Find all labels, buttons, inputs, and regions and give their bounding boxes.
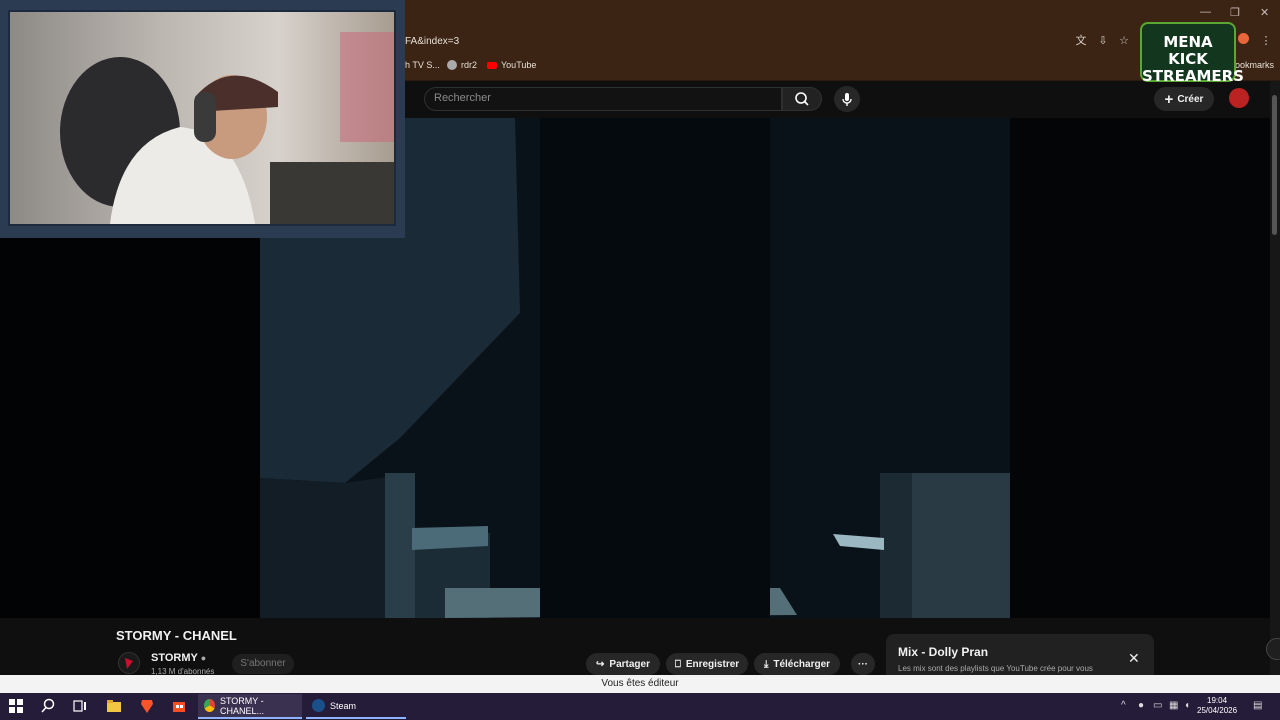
taskbar xyxy=(0,693,1280,720)
brave-browser-icon[interactable] xyxy=(139,698,155,714)
webcam-overlay xyxy=(0,0,405,238)
plus-icon: + xyxy=(1164,90,1174,108)
bookmark-item[interactable]: rdr2 xyxy=(447,60,477,70)
url-text[interactable]: FA&index=3 xyxy=(405,36,459,47)
translate-icon[interactable]: 文 xyxy=(1073,33,1089,49)
clock-time: 19:04 xyxy=(1207,696,1228,705)
search-icon xyxy=(795,92,809,106)
download-button[interactable]: ⤓ Télécharger xyxy=(754,653,840,675)
clock-date: 25/04/2026 xyxy=(1197,706,1238,715)
chrome-icon xyxy=(204,699,215,712)
notification-icon[interactable]: ▤ xyxy=(1253,700,1262,711)
more-icon: ··· xyxy=(858,658,868,670)
brave-shield-icon[interactable] xyxy=(1235,33,1251,49)
account-avatar[interactable] xyxy=(1229,88,1249,108)
taskbar-app-steam[interactable]: Steam xyxy=(306,694,406,719)
webcam-feed xyxy=(8,10,396,226)
share-button[interactable]: ↪ Partager xyxy=(586,653,660,675)
mena-kick-streamers-logo: MENA KICK STREAMERS xyxy=(1140,22,1244,85)
chevron-up-icon[interactable]: ^ xyxy=(1121,700,1126,711)
browser-menu-icon[interactable]: ⋮ xyxy=(1258,33,1274,49)
search-placeholder: Rechercher xyxy=(434,92,491,104)
subscribe-button[interactable]: S'abonner xyxy=(232,654,294,674)
search-button[interactable] xyxy=(782,87,822,111)
bookmark-item[interactable]: h TV S... xyxy=(405,60,440,70)
more-actions-button[interactable]: ··· xyxy=(851,653,875,675)
mix-subtitle: Les mix sont des playlists que YouTube c… xyxy=(898,664,1093,673)
search-icon[interactable] xyxy=(40,698,56,714)
bookmark-icon: ⎕ xyxy=(674,658,681,670)
scrollbar-thumb[interactable] xyxy=(1272,95,1277,235)
create-label: Créer xyxy=(1177,93,1204,105)
verified-icon: ● xyxy=(200,653,207,663)
youtube-icon xyxy=(487,61,497,69)
taskbar-app-chrome[interactable]: STORMY - CHANEL... xyxy=(198,694,302,719)
microphone-icon[interactable]: ● xyxy=(1138,700,1144,711)
bookmark-label: h TV S... xyxy=(405,60,440,70)
display-icon[interactable]: ▭ xyxy=(1153,700,1162,711)
file-explorer-icon[interactable] xyxy=(106,698,122,714)
microsoft-store-icon[interactable] xyxy=(171,698,187,714)
streamer-silhouette xyxy=(60,32,394,224)
globe-icon xyxy=(447,60,457,70)
minimize-icon[interactable]: — xyxy=(1200,6,1211,18)
mix-title: Mix - Dolly Pran xyxy=(898,645,989,659)
video-title: STORMY - CHANEL xyxy=(116,628,237,643)
windows-start-icon[interactable] xyxy=(8,698,24,714)
restore-icon[interactable]: ❐ xyxy=(1230,6,1240,19)
share-icon: ↪ xyxy=(596,658,605,670)
system-clock[interactable]: 19:04 25/04/2026 xyxy=(1197,696,1237,716)
network-icon[interactable]: ▦ xyxy=(1169,700,1178,711)
bookmark-label: rdr2 xyxy=(461,60,478,70)
channel-logo-icon xyxy=(125,658,133,669)
editor-notice: Vous êtes éditeur xyxy=(0,675,1280,693)
bookmark-item[interactable]: YouTube xyxy=(487,60,536,70)
voice-search-button[interactable] xyxy=(834,86,860,112)
close-window-icon[interactable]: ✕ xyxy=(1260,6,1269,19)
create-button[interactable]: + Créer xyxy=(1154,87,1214,111)
bookmark-label: YouTube xyxy=(501,60,537,70)
close-icon[interactable]: ✕ xyxy=(1128,650,1140,667)
download-icon: ⤓ xyxy=(763,658,769,670)
microphone-icon xyxy=(842,93,852,106)
volume-icon[interactable]: ◖ xyxy=(1184,700,1190,711)
task-view-icon[interactable] xyxy=(72,698,88,714)
channel-avatar[interactable] xyxy=(118,652,140,674)
channel-name[interactable]: STORMY ● xyxy=(151,652,206,664)
steam-icon xyxy=(312,699,325,712)
save-button[interactable]: ⎕ Enregistrer xyxy=(666,653,748,675)
bookmark-star-icon[interactable]: ☆ xyxy=(1116,33,1132,49)
install-app-icon[interactable]: ⇩ xyxy=(1095,33,1111,49)
